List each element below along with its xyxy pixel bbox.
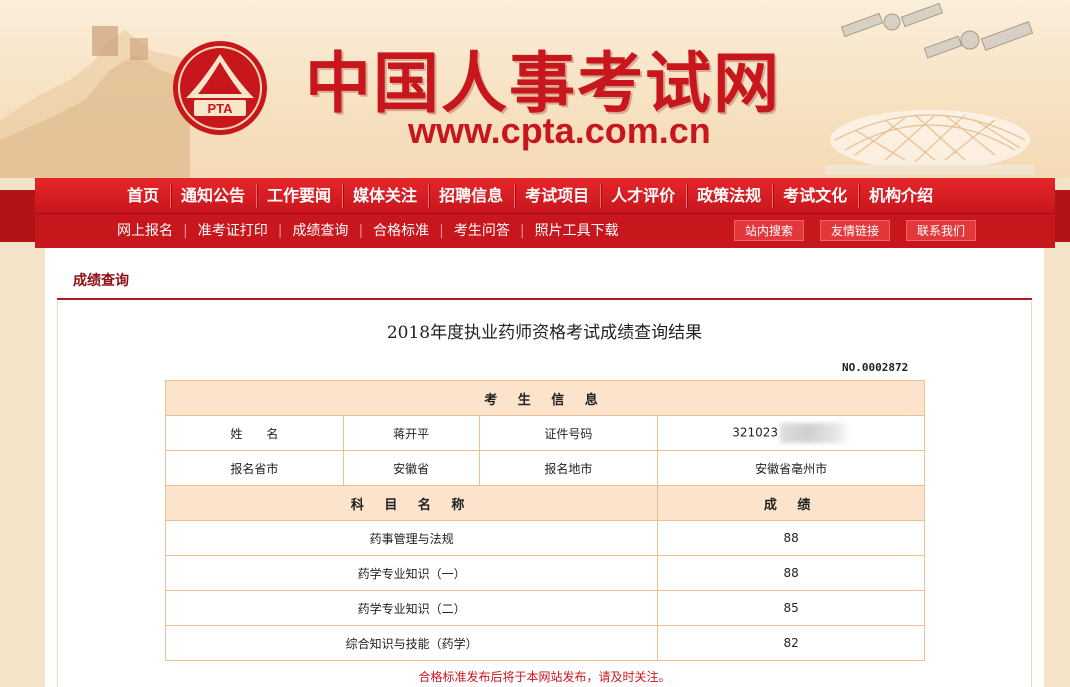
name-value: 蒋开平 bbox=[342, 415, 480, 451]
table-row: 药事管理与法规 88 bbox=[164, 520, 925, 556]
svg-text:PTA: PTA bbox=[207, 101, 233, 116]
subnav-score-query[interactable]: 成绩查询 bbox=[282, 214, 358, 248]
table-row: 科 目 名 称 成 绩 bbox=[164, 485, 925, 521]
candidate-info-header: 考 生 信 息 bbox=[165, 380, 925, 416]
nav-item-talent[interactable]: 人才评价 bbox=[600, 178, 686, 214]
subject-name: 药学专业知识（二） bbox=[164, 590, 659, 626]
subnav-pass-standard[interactable]: 合格标准 bbox=[363, 214, 439, 248]
subnav-admission-ticket[interactable]: 准考证打印 bbox=[188, 214, 278, 248]
nav-item-notices[interactable]: 通知公告 bbox=[170, 178, 256, 214]
nav-item-media[interactable]: 媒体关注 bbox=[342, 178, 428, 214]
nav-item-recruitment[interactable]: 招聘信息 bbox=[428, 178, 514, 214]
table-row: 报名省市 安徽省 报名地市 安徽省亳州市 bbox=[165, 450, 925, 486]
satellite-illustration bbox=[840, 2, 1034, 59]
subject-score: 88 bbox=[657, 520, 925, 556]
content-panel: 成绩查询 2018年度执业药师资格考试成绩查询结果 NO.0002872 考 生… bbox=[45, 248, 1044, 687]
subnav-faq[interactable]: 考生问答 bbox=[444, 214, 520, 248]
main-nav: 首页 通知公告 工作要闻 媒体关注 招聘信息 考试项目 人才评价 政策法规 考试… bbox=[35, 178, 1055, 214]
redacted-mask bbox=[780, 423, 851, 443]
title-underline bbox=[57, 298, 1032, 300]
score-table: 考 生 信 息 姓 名 蒋开平 证件号码 321023 报名省市 安徽省 报名地… bbox=[164, 380, 925, 661]
subject-header: 科 目 名 称 bbox=[164, 485, 659, 521]
table-row: 姓 名 蒋开平 证件号码 321023 bbox=[165, 415, 925, 451]
nav-item-policy[interactable]: 政策法规 bbox=[686, 178, 772, 214]
nav-item-home[interactable]: 首页 bbox=[116, 178, 170, 214]
id-cell: 321023 bbox=[657, 415, 925, 451]
result-title: 2018年度执业药师资格考试成绩查询结果 bbox=[386, 323, 703, 343]
subject-score: 88 bbox=[657, 555, 925, 591]
subject-name: 综合知识与技能（药学） bbox=[164, 625, 659, 661]
site-search-button[interactable]: 站内搜索 bbox=[733, 220, 804, 241]
nav-item-about[interactable]: 机构介绍 bbox=[858, 178, 944, 214]
subject-score: 85 bbox=[657, 590, 925, 626]
great-wall-illustration bbox=[0, 26, 190, 178]
province-label: 报名省市 bbox=[165, 450, 344, 486]
table-row: 考 生 信 息 bbox=[165, 380, 925, 416]
subnav-photo-tool[interactable]: 照片工具下载 bbox=[525, 214, 629, 248]
table-row: 药学专业知识（一） 88 bbox=[164, 555, 925, 591]
sub-nav: 网上报名 | 准考证打印 | 成绩查询 | 合格标准 | 考生问答 | 照片工具… bbox=[35, 214, 1055, 248]
city-value: 安徽省亳州市 bbox=[657, 450, 925, 486]
table-row: 药学专业知识（二） 85 bbox=[164, 590, 925, 626]
header-banner: PTA 中国人事考试网 www.cpta.com.cn bbox=[0, 0, 1070, 178]
id-value: 321023 bbox=[732, 425, 779, 440]
quick-links: 站内搜索 友情链接 联系我们 bbox=[733, 220, 976, 241]
subject-name: 药事管理与法规 bbox=[164, 520, 659, 556]
site-url[interactable]: www.cpta.com.cn bbox=[408, 110, 711, 152]
id-label: 证件号码 bbox=[478, 415, 659, 451]
page-title: 成绩查询 bbox=[73, 273, 129, 289]
score-header: 成 绩 bbox=[657, 485, 925, 521]
notice-text: 合格标准发布后将于本网站发布，请及时关注。 bbox=[418, 670, 671, 684]
document-number: NO.0002872 bbox=[842, 361, 909, 374]
subject-name: 药学专业知识（一） bbox=[164, 555, 659, 591]
subnav-online-registration[interactable]: 网上报名 bbox=[107, 214, 183, 248]
friend-links-button[interactable]: 友情链接 bbox=[819, 220, 890, 241]
city-label: 报名地市 bbox=[478, 450, 659, 486]
subject-score: 82 bbox=[657, 625, 925, 661]
birds-nest-stadium-illustration bbox=[825, 110, 1035, 175]
contact-us-button[interactable]: 联系我们 bbox=[905, 220, 976, 241]
name-label: 姓 名 bbox=[165, 415, 344, 451]
nav-item-exams[interactable]: 考试项目 bbox=[514, 178, 600, 214]
province-value: 安徽省 bbox=[342, 450, 480, 486]
table-row: 综合知识与技能（药学） 82 bbox=[164, 625, 925, 661]
pta-logo: PTA bbox=[173, 41, 267, 135]
nav-item-news[interactable]: 工作要闻 bbox=[256, 178, 342, 214]
nav-item-culture[interactable]: 考试文化 bbox=[772, 178, 858, 214]
